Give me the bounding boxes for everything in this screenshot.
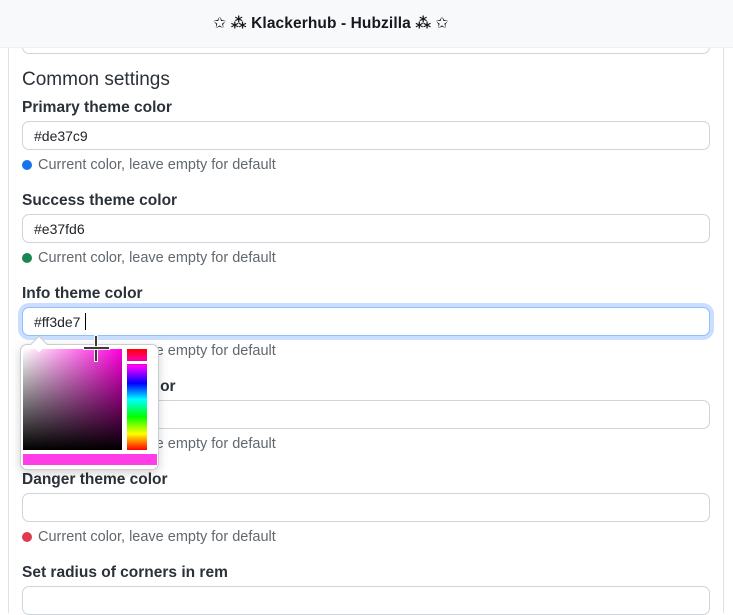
helper-text: Current color, leave empty for default (38, 529, 276, 545)
settings-panel: Common settings Primary theme color Curr… (8, 30, 724, 615)
primary-color-label: Primary theme color (22, 99, 172, 116)
current-color-dot (22, 253, 32, 263)
selected-color-preview (23, 454, 157, 465)
page-title: Common settings (22, 69, 170, 90)
field-group-danger: Danger theme color Current color, leave … (22, 472, 710, 545)
danger-color-label: Danger theme color (22, 471, 168, 488)
success-helper: Current color, leave empty for default (22, 250, 710, 266)
primary-color-input[interactable] (22, 121, 710, 150)
danger-color-input[interactable] (22, 493, 710, 522)
helper-text: Current color, leave empty for default (38, 250, 276, 266)
saturation-value-area[interactable] (23, 349, 122, 450)
field-group-success: Success theme color Current color, leave… (22, 193, 710, 266)
info-color-label: Info theme color (22, 285, 143, 302)
current-color-dot (22, 160, 32, 170)
info-color-input[interactable] (22, 307, 710, 336)
app-title: ✩ ⁂ Klackerhub - Hubzilla ⁂ ✩ (213, 15, 449, 32)
helper-text: Current color, leave empty for default (38, 157, 276, 173)
current-color-dot (22, 532, 32, 542)
corner-radius-label: Set radius of corners in rem (22, 564, 228, 581)
color-picker-popover (20, 344, 159, 470)
success-color-input[interactable] (22, 214, 710, 243)
text-caret (85, 313, 86, 330)
corner-radius-input[interactable] (22, 586, 710, 615)
danger-helper: Current color, leave empty for default (22, 529, 710, 545)
field-group-primary: Primary theme color Current color, leave… (22, 100, 710, 173)
app-header: ✩ ⁂ Klackerhub - Hubzilla ⁂ ✩ (0, 0, 733, 48)
primary-helper: Current color, leave empty for default (22, 157, 710, 173)
hue-slider-indicator[interactable] (127, 361, 147, 364)
hue-slider[interactable] (127, 349, 147, 450)
success-color-label: Success theme color (22, 192, 178, 209)
field-group-radius: Set radius of corners in rem (22, 565, 710, 615)
